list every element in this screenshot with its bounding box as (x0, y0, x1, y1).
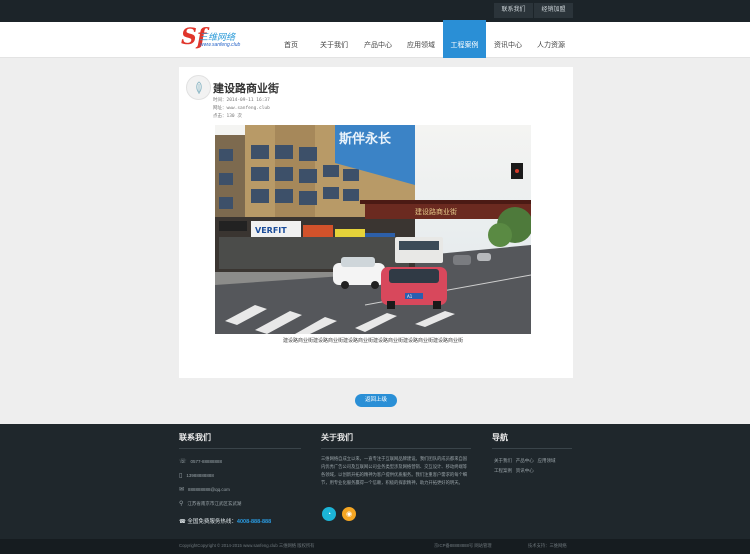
footer-link-cases[interactable]: 工程案例 (494, 468, 512, 473)
footer-nav-row2: 工程案例 资讯中心 (494, 468, 534, 474)
plate-text: A1 (407, 294, 413, 299)
logo-url: www.sanfeng.club (200, 42, 241, 48)
top-bar: 联系我们 经销加盟 (0, 0, 750, 22)
article-title: 建设路商业街 (213, 83, 279, 95)
nav-news[interactable]: 资讯中心 (489, 22, 527, 58)
footer-link-applications[interactable]: 应用领域 (538, 458, 556, 463)
divider (492, 448, 572, 449)
footer-about-title: 关于我们 (321, 433, 353, 442)
copyright-text: CopyrightCopyright © 2014-2015 www.sanfe… (179, 543, 315, 548)
phone-text: 0577-88888888 (190, 459, 223, 464)
franchise-link[interactable]: 经销加盟 (534, 3, 573, 18)
footer-link-about[interactable]: 关于我们 (494, 458, 512, 463)
footer-nav-row1: 关于我们 产品中心 应用领域 (494, 458, 556, 464)
qq-icon[interactable]: ◔ (322, 507, 336, 521)
feather-icon (195, 80, 202, 94)
hotline-label: 全国免费服务热线： (187, 519, 237, 525)
nav-cases[interactable]: 工程案例 (443, 20, 486, 58)
article-card: 建设路商业街 时间：2014-09-11 16:37 网址：www.sanfen… (179, 67, 573, 378)
site-header: Sf 三维网络 www.sanfeng.club 首页 关于我们 产品中心 应用… (0, 20, 750, 58)
footer-email: ✉ 888888888@qq.com (179, 486, 230, 493)
hotline-number[interactable]: 4008-888-888 (237, 519, 271, 525)
contact-us-link[interactable]: 联系我们 (494, 3, 533, 18)
nav-hr[interactable]: 人力资源 (532, 22, 570, 58)
icp-text[interactable]: 京ICP备88888888号 网站管理 (434, 543, 492, 549)
divider (321, 448, 471, 449)
mail-icon: ✉ (179, 487, 185, 493)
footer-address: ⚲ 江苏省南京市江武区玄武湖 (179, 500, 242, 508)
mobile-text: 13988888888 (186, 473, 214, 478)
back-button[interactable]: 返回上级 (355, 394, 397, 407)
divider (179, 448, 301, 449)
nav-products[interactable]: 产品中心 (359, 22, 397, 58)
weibo-icon[interactable]: ◉ (342, 507, 356, 521)
footer-about-text: 三维网络自成立以来，一直专注于互联网品牌建设。我们团队的成员都来自国内优秀广告公… (321, 456, 468, 485)
avatar (186, 75, 211, 100)
phone-icon: ☏ (179, 459, 187, 465)
nav-home[interactable]: 首页 (276, 22, 306, 58)
banner-text: 斯伴永长 (339, 131, 392, 147)
gate-sign-text: 建设路商业街 (415, 207, 457, 216)
footer-link-news[interactable]: 资讯中心 (516, 468, 534, 473)
article-url: 网址：www.sanfeng.club (213, 106, 270, 111)
article-time: 时间：2014-09-11 16:37 (213, 98, 270, 103)
footer-contact-title: 联系我们 (179, 433, 211, 442)
tech-support-text: 技术支持：三维网络 (528, 543, 567, 548)
nav-about[interactable]: 关于我们 (315, 22, 353, 58)
photo-caption: 建设路商业街建设路商业街建设路商业街建设路商业街建设路商业街建设路商业街 (282, 338, 463, 344)
location-icon: ⚲ (179, 501, 184, 507)
article-views: 点击：130 次 (213, 114, 242, 119)
footer-nav-title: 导航 (492, 433, 508, 442)
article-photo: 斯伴永长 VERFIT 建设路商业街 A1 (215, 125, 531, 334)
footer-phone: ☏ 0577-88888888 (179, 458, 222, 465)
store-sign-text: VERFIT (255, 226, 287, 235)
email-text: 888888888@qq.com (188, 487, 230, 492)
footer-mobile: ▯ 13988888888 (179, 472, 214, 479)
footer-hotline: ☎ 全国免费服务热线：4008-888-888 (179, 517, 271, 525)
site-logo[interactable]: Sf 三维网络 www.sanfeng.club (181, 24, 261, 54)
footer-link-products[interactable]: 产品中心 (516, 458, 534, 463)
mobile-icon: ▯ (179, 473, 183, 479)
copyright-bar: CopyrightCopyright © 2014-2015 www.sanfe… (0, 539, 750, 554)
nav-applications[interactable]: 应用领域 (402, 22, 440, 58)
address-text: 江苏省南京市江武区玄武湖 (187, 500, 242, 506)
